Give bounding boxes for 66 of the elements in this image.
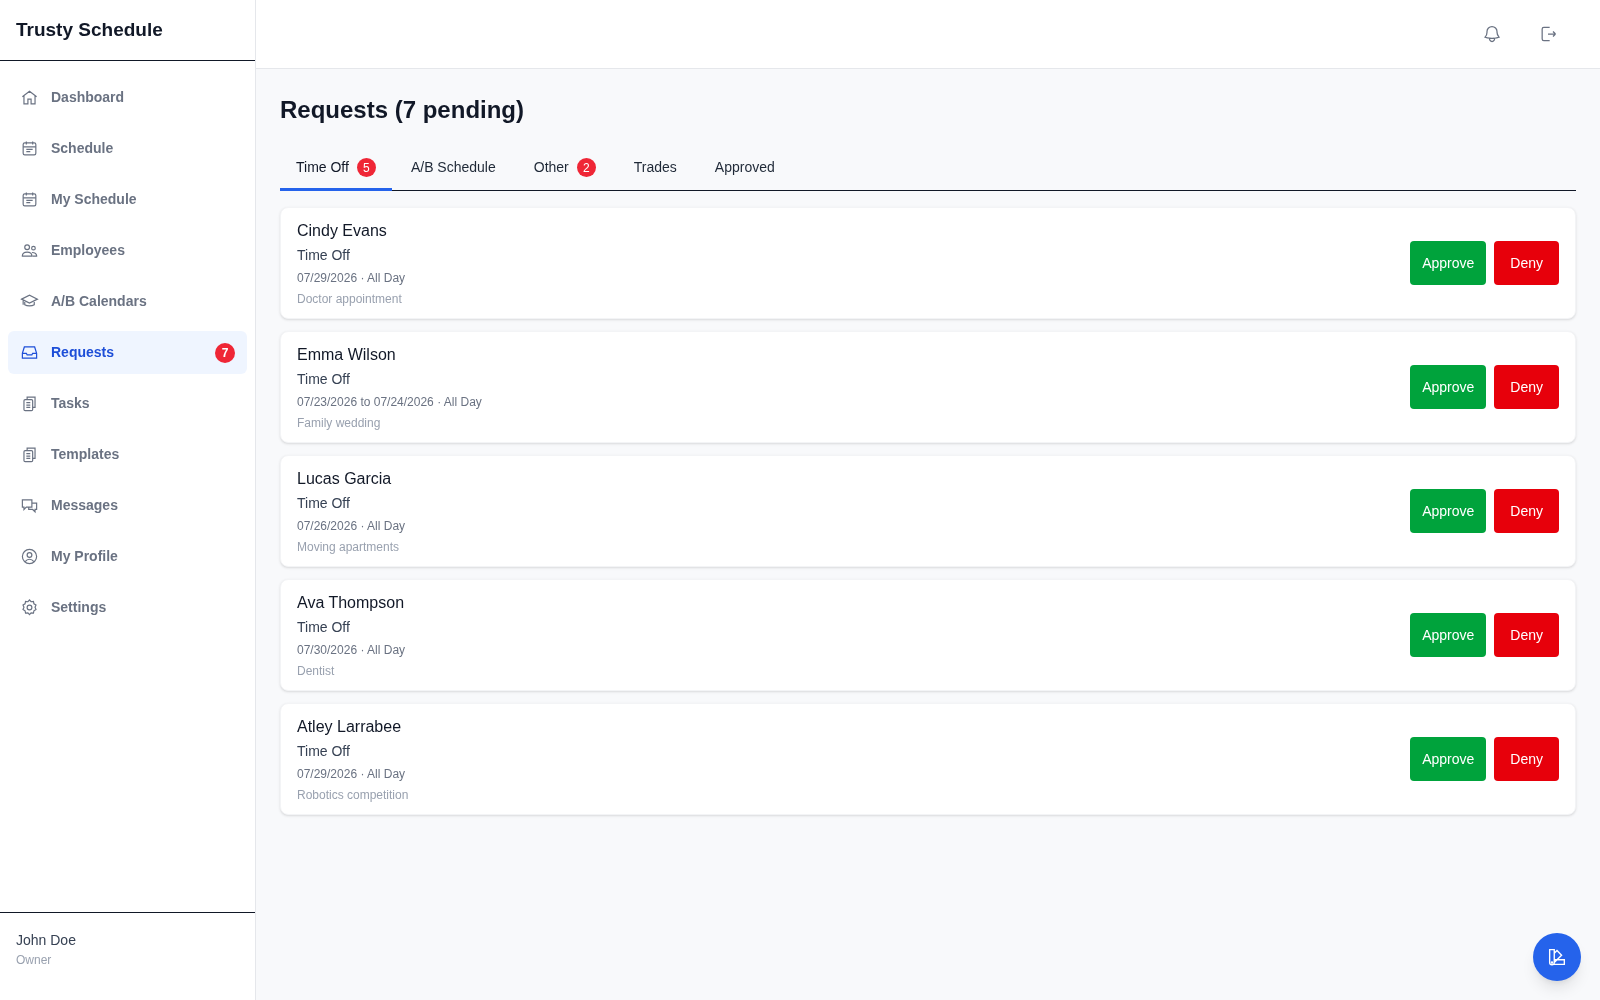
tab[interactable]: Approved bbox=[698, 147, 791, 191]
approve-button[interactable]: Approve bbox=[1410, 489, 1487, 533]
approve-button[interactable]: Approve bbox=[1410, 737, 1487, 781]
count-badge: 2 bbox=[576, 158, 596, 177]
deny-button[interactable]: Deny bbox=[1494, 365, 1559, 409]
user-role: Owner bbox=[16, 952, 53, 969]
clipboard-icon bbox=[20, 445, 39, 464]
request-dates: 07/29/2026 · All Day bbox=[297, 269, 406, 287]
approve-button[interactable]: Approve bbox=[1410, 365, 1487, 409]
tab[interactable]: A/B Schedule bbox=[394, 147, 512, 191]
page-title: Requests (7 pending) bbox=[280, 95, 526, 125]
tab[interactable]: Time Off 5 bbox=[280, 147, 392, 191]
sidebar-item[interactable]: Employees bbox=[8, 229, 247, 272]
request-reason: Family wedding bbox=[297, 414, 382, 432]
sidebar-item[interactable]: A/B Calendars bbox=[8, 280, 247, 323]
request-dates: 07/30/2026 · All Day bbox=[297, 641, 406, 659]
request-dates: 07/29/2026 · All Day bbox=[297, 765, 407, 783]
requester-name: Ava Thompson bbox=[297, 592, 406, 613]
sidebar-item[interactable]: Schedule bbox=[8, 127, 247, 170]
request-type: Time Off bbox=[297, 245, 351, 265]
request-type: Time Off bbox=[297, 369, 351, 389]
requester-name: Lucas Garcia bbox=[297, 468, 393, 489]
deny-button[interactable]: Deny bbox=[1494, 489, 1559, 533]
sidebar-item[interactable]: Dashboard bbox=[8, 76, 247, 119]
theme-palette-button[interactable] bbox=[1533, 933, 1581, 981]
approve-button[interactable]: Approve bbox=[1410, 241, 1487, 285]
request-reason: Moving apartments bbox=[297, 538, 401, 556]
user-name: John Doe bbox=[16, 931, 77, 950]
requester-name: Atley Larrabee bbox=[297, 716, 403, 737]
calendar-icon bbox=[20, 139, 39, 158]
request-reason: Doctor appointment bbox=[297, 290, 403, 308]
sidebar-item[interactable]: My Profile bbox=[8, 535, 247, 578]
sidebar-item[interactable]: Requests 7 bbox=[8, 331, 247, 374]
chat-bubbles-icon bbox=[20, 496, 39, 515]
app-title: Trusty Schedule bbox=[16, 17, 163, 42]
request-dates: 07/26/2026 · All Day bbox=[297, 517, 406, 535]
tab[interactable]: Other 2 bbox=[517, 147, 612, 191]
requester-name: Emma Wilson bbox=[297, 344, 397, 365]
home-icon bbox=[20, 88, 39, 107]
sidebar-item[interactable]: Tasks bbox=[8, 382, 247, 425]
request-type: Time Off bbox=[297, 617, 351, 637]
user-circle-icon bbox=[20, 547, 39, 566]
deny-button[interactable]: Deny bbox=[1494, 241, 1559, 285]
sidebar-item[interactable]: Settings bbox=[8, 586, 247, 629]
gear-icon bbox=[20, 598, 39, 617]
approve-button[interactable]: Approve bbox=[1410, 613, 1487, 657]
request-reason: Dentist bbox=[297, 662, 336, 680]
sidebar-item[interactable]: My Schedule bbox=[8, 178, 247, 221]
swatch-icon bbox=[1546, 946, 1568, 968]
deny-button[interactable]: Deny bbox=[1494, 737, 1559, 781]
clipboard-icon bbox=[20, 394, 39, 413]
notifications-bell-icon[interactable] bbox=[1482, 24, 1502, 44]
sidebar-item[interactable]: Templates bbox=[8, 433, 247, 476]
request-type: Time Off bbox=[297, 741, 351, 761]
inbox-icon bbox=[20, 343, 39, 362]
tab[interactable]: Trades bbox=[617, 147, 693, 191]
request-type: Time Off bbox=[297, 493, 351, 513]
request-reason: Robotics competition bbox=[297, 786, 409, 804]
count-badge: 5 bbox=[356, 158, 376, 177]
deny-button[interactable]: Deny bbox=[1494, 613, 1559, 657]
sidebar-item[interactable]: Messages bbox=[8, 484, 247, 527]
calendar-icon bbox=[20, 190, 39, 209]
request-dates: 07/23/2026 to 07/24/2026 · All Day bbox=[297, 393, 482, 411]
people-icon bbox=[20, 241, 39, 260]
count-badge: 7 bbox=[215, 342, 235, 363]
requester-name: Cindy Evans bbox=[297, 220, 388, 241]
